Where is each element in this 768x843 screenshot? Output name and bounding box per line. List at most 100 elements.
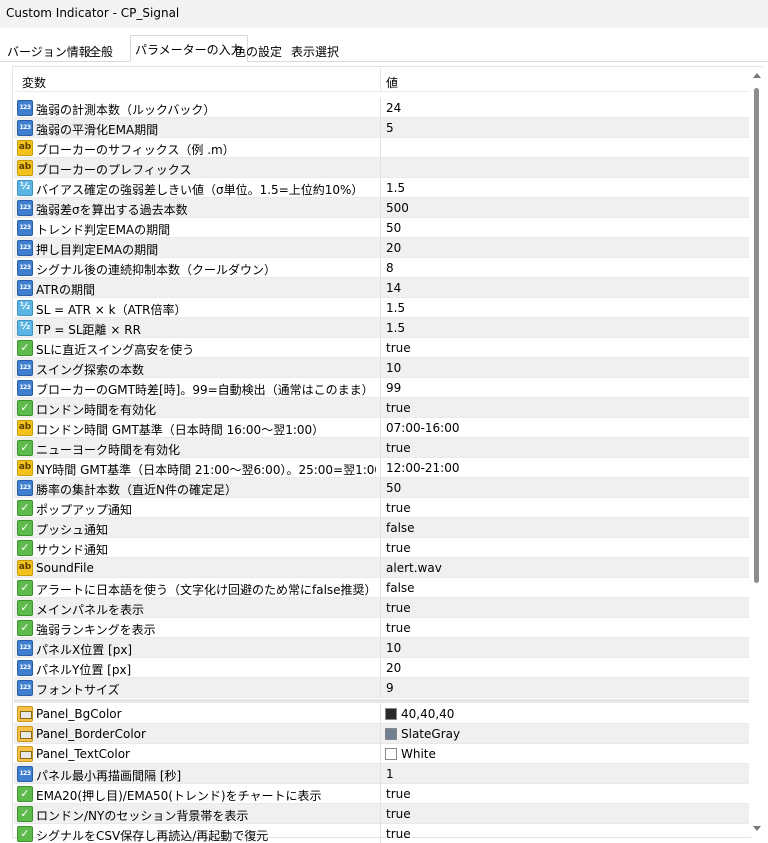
parameter-value[interactable]: SlateGray <box>401 727 460 741</box>
parameter-row[interactable]: 押し目判定EMAの期間 20 <box>14 238 749 258</box>
parameter-value[interactable]: 24 <box>386 101 401 115</box>
parameter-value[interactable]: true <box>386 621 411 635</box>
parameter-row[interactable]: パネルY位置 [px] 20 <box>14 658 749 678</box>
tab-version-info[interactable]: バージョン情報 <box>2 39 96 61</box>
parameter-row[interactable]: 強弱の計測本数（ルックバック） 24 <box>14 98 749 118</box>
parameter-name: ニューヨーク時間を有効化 <box>36 443 181 457</box>
tab-general[interactable]: 全般 <box>84 39 118 61</box>
parameter-value[interactable]: true <box>386 827 411 841</box>
color-swatch[interactable] <box>385 748 397 760</box>
cell-divider <box>380 558 381 578</box>
parameter-value[interactable]: 50 <box>386 481 401 495</box>
scroll-thumb[interactable] <box>754 88 759 583</box>
parameter-value[interactable]: true <box>386 541 411 555</box>
parameter-row[interactable]: スイング探索の本数 10 <box>14 358 749 378</box>
cell-divider <box>380 764 381 784</box>
parameter-value[interactable]: 14 <box>386 281 401 295</box>
parameter-row[interactable]: パネル最小再描画間隔 [秒] 1 <box>14 764 749 784</box>
parameter-row[interactable]: トレンド判定EMAの期間 50 <box>14 218 749 238</box>
parameter-name: メインパネルを表示 <box>36 603 145 617</box>
parameter-row[interactable]: TP = SL距離 × RR 1.5 <box>14 318 749 338</box>
parameter-row[interactable]: ATRの期間 14 <box>14 278 749 298</box>
parameter-value[interactable]: true <box>386 441 411 455</box>
column-header-value[interactable]: 値 <box>386 74 398 91</box>
parameter-row[interactable]: パネルX位置 [px] 10 <box>14 638 749 658</box>
parameter-row[interactable]: 強弱ランキングを表示 true <box>14 618 749 638</box>
parameter-value[interactable]: 12:00-21:00 <box>386 461 460 475</box>
parameter-row[interactable]: フォントサイズ 9 <box>14 678 749 698</box>
parameter-row[interactable]: シグナルをCSV保存し再読込/再起動で復元 true <box>14 824 749 843</box>
parameter-row[interactable]: SLに直近スイング高安を使う true <box>14 338 749 358</box>
parameter-value[interactable]: 1.5 <box>386 301 405 315</box>
parameter-value[interactable]: 99 <box>386 381 401 395</box>
parameter-value[interactable]: true <box>386 341 411 355</box>
parameter-row[interactable]: ブローカーのプレフィックス <box>14 158 749 178</box>
parameter-value[interactable]: 8 <box>386 261 394 275</box>
cell-divider <box>380 298 381 318</box>
cell-divider <box>380 578 381 598</box>
tab-visualization[interactable]: 表示選択 <box>286 39 344 61</box>
parameter-row[interactable]: 勝率の集計本数（直近N件の確定足） 50 <box>14 478 749 498</box>
parameter-row[interactable]: Panel_BgColor 40,40,40 <box>14 704 749 724</box>
parameter-row[interactable]: EMA20(押し目)/EMA50(トレンド)をチャートに表示 true <box>14 784 749 804</box>
parameter-row[interactable]: 強弱の平滑化EMA期間 5 <box>14 118 749 138</box>
parameter-row[interactable]: Panel_TextColor White <box>14 744 749 764</box>
color-swatch[interactable] <box>385 708 397 720</box>
parameter-value[interactable]: 9 <box>386 681 394 695</box>
parameter-value[interactable]: alert.wav <box>386 561 442 575</box>
parameter-row[interactable]: シグナル後の連続抑制本数（クールダウン） 8 <box>14 258 749 278</box>
parameter-value[interactable]: true <box>386 401 411 415</box>
parameter-row[interactable]: 強弱差σを算出する過去本数 500 <box>14 198 749 218</box>
color-swatch[interactable] <box>385 728 397 740</box>
parameter-row[interactable]: アラートに日本語を使う（文字化け回避のため常にfalse推奨） false <box>14 578 749 598</box>
cell-divider <box>380 724 381 744</box>
parameter-value[interactable]: 10 <box>386 361 401 375</box>
parameter-row[interactable]: ロンドン時間 GMT基準（日本時間 16:00〜翌1:00） 07:00-16:0… <box>14 418 749 438</box>
vertical-scrollbar[interactable] <box>751 68 763 838</box>
parameter-value[interactable]: 1 <box>386 767 394 781</box>
parameter-value[interactable]: true <box>386 601 411 615</box>
parameter-value[interactable]: 20 <box>386 661 401 675</box>
parameter-name: プッシュ通知 <box>36 523 109 537</box>
parameter-value[interactable]: true <box>386 807 411 821</box>
parameter-row[interactable]: バイアス確定の強弱差しきい値（σ単位。1.5=上位約10%） 1.5 <box>14 178 749 198</box>
tab-color-settings[interactable]: 色の設定 <box>229 39 287 61</box>
parameter-value[interactable]: true <box>386 787 411 801</box>
parameter-row[interactable]: ブローカーのサフィックス（例 .m） <box>14 138 749 158</box>
parameter-row[interactable]: SL = ATR × k（ATR倍率） 1.5 <box>14 298 749 318</box>
parameter-value[interactable]: 500 <box>386 201 409 215</box>
cell-divider <box>380 178 381 198</box>
parameter-value[interactable]: 1.5 <box>386 181 405 195</box>
parameter-value[interactable]: false <box>386 521 415 535</box>
parameter-value[interactable]: 20 <box>386 241 401 255</box>
parameter-row[interactable]: サウンド通知 true <box>14 538 749 558</box>
column-header-variable[interactable]: 変数 <box>22 74 46 91</box>
scroll-up-arrow-icon[interactable] <box>752 71 762 81</box>
parameter-value[interactable]: 1.5 <box>386 321 405 335</box>
parameter-value[interactable]: true <box>386 501 411 515</box>
parameter-value[interactable]: 50 <box>386 221 401 235</box>
parameter-row[interactable]: プッシュ通知 false <box>14 518 749 538</box>
int-123-icon <box>17 480 33 496</box>
parameter-row[interactable]: メインパネルを表示 true <box>14 598 749 618</box>
parameter-value[interactable]: false <box>386 581 415 595</box>
parameter-value[interactable]: 40,40,40 <box>401 707 454 721</box>
parameter-row[interactable]: SoundFile alert.wav <box>14 558 749 578</box>
cell-divider <box>380 458 381 478</box>
bool-check-icon <box>17 786 33 802</box>
cell-divider <box>380 358 381 378</box>
parameter-row[interactable]: NY時間 GMT基準（日本時間 21:00〜翌6:00）。25:00=翌1:00… <box>14 458 749 478</box>
parameter-row[interactable]: ロンドン時間を有効化 true <box>14 398 749 418</box>
parameter-row[interactable]: ポップアップ通知 true <box>14 498 749 518</box>
parameter-value[interactable]: 07:00-16:00 <box>386 421 460 435</box>
parameter-row[interactable]: ブローカーのGMT時差[時]。99=自動検出（通常はこのまま） 99 <box>14 378 749 398</box>
parameter-value[interactable]: White <box>401 747 436 761</box>
parameter-row[interactable]: ニューヨーク時間を有効化 true <box>14 438 749 458</box>
parameter-name: SoundFile <box>36 561 94 575</box>
parameter-row[interactable]: ロンドン/NYのセッション背景帯を表示 true <box>14 804 749 824</box>
parameter-value[interactable]: 5 <box>386 121 394 135</box>
scroll-down-arrow-icon[interactable] <box>752 824 762 834</box>
parameter-row[interactable]: Panel_BorderColor SlateGray <box>14 724 749 744</box>
parameter-value[interactable]: 10 <box>386 641 401 655</box>
column-divider[interactable] <box>380 68 381 92</box>
